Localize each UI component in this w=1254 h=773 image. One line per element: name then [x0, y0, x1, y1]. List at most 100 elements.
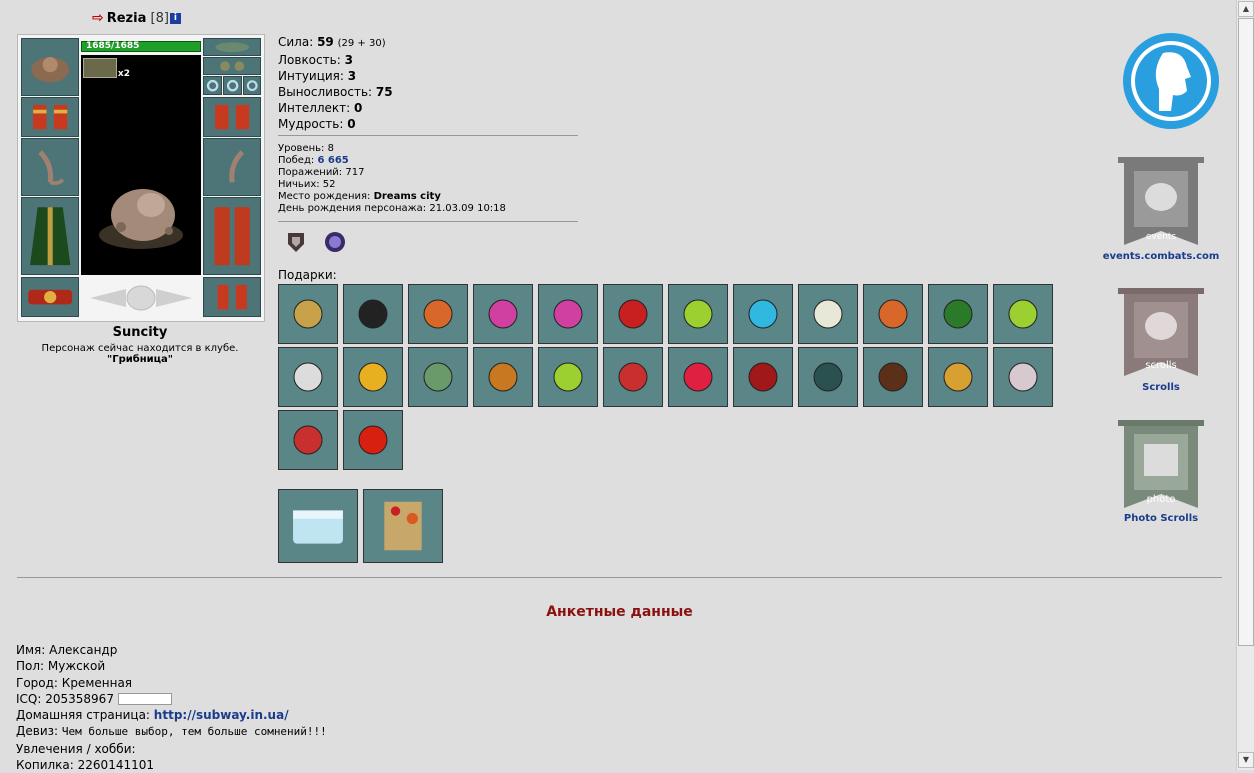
scrolls-link[interactable]: Scrolls — [1090, 382, 1232, 393]
belt-slot[interactable] — [21, 277, 79, 317]
helmet-slot[interactable] — [21, 38, 79, 96]
gift-item[interactable] — [538, 347, 598, 407]
hp-bar: 1685/1685 — [81, 41, 201, 52]
gift-item[interactable] — [928, 284, 988, 344]
arrow-right-icon[interactable]: ⇨ — [92, 10, 104, 26]
align-badge-icon[interactable] — [323, 230, 347, 254]
info-row-wins: Побед: 6 665 — [278, 155, 506, 167]
scroll-thumb[interactable] — [1238, 18, 1254, 646]
gold-emblem-icon — [943, 362, 973, 392]
ring-slot-3[interactable] — [243, 76, 261, 95]
weapon-slot[interactable] — [21, 138, 79, 196]
info-row-birthplace: Место рождения: Dreams city — [278, 191, 506, 203]
info-row-draws: Ничьих: 52 — [278, 179, 506, 191]
stat-value: 0 — [347, 117, 356, 131]
stat-label: Мудрость: — [278, 117, 344, 131]
amber-stone-icon — [878, 299, 908, 329]
homepage-link[interactable]: http://subway.in.ua/ — [154, 708, 289, 722]
gift-item[interactable] — [473, 347, 533, 407]
gift-item[interactable] — [278, 284, 338, 344]
banner-text: scrolls — [1145, 360, 1176, 371]
scroll-down-arrow-icon[interactable]: ▼ — [1238, 752, 1254, 768]
info-label: Место рождения: — [278, 191, 371, 202]
events-link[interactable]: events.combats.com — [1090, 251, 1232, 262]
stat-label: Выносливость: — [278, 85, 373, 99]
armor-slot[interactable] — [21, 197, 79, 275]
stat-row: Ловкость: 3 — [278, 52, 393, 68]
gift-item[interactable] — [798, 284, 858, 344]
profile-row-city: Город: Кременная — [16, 675, 327, 691]
gift-item[interactable] — [603, 284, 663, 344]
pink-flower-icon — [488, 299, 518, 329]
photo-scrolls-link[interactable]: Photo Scrolls — [1090, 513, 1232, 524]
profile-label: Увлечения / хобби: — [16, 741, 136, 756]
info-icon[interactable]: i — [169, 13, 181, 24]
info-row-level: Уровень: 8 — [278, 143, 506, 155]
profile-row-sex: Пол: Мужской — [16, 658, 327, 674]
gift-item[interactable] — [278, 347, 338, 407]
photo-scrolls-banner-icon[interactable]: photo — [1110, 418, 1212, 518]
gift-item[interactable] — [993, 284, 1053, 344]
gift-item[interactable] — [928, 347, 988, 407]
icq-status-box — [117, 693, 172, 706]
red-card-icon — [358, 425, 388, 455]
clan-badge-icon[interactable] — [284, 230, 308, 254]
ring-slot-2[interactable] — [223, 76, 242, 95]
info-value: 21.03.09 10:18 — [429, 203, 506, 214]
info-label: Ничьих: — [278, 179, 320, 190]
character-avatar[interactable]: x2 — [81, 55, 201, 275]
gift-item[interactable] — [343, 284, 403, 344]
vertical-scrollbar[interactable]: ▲ ▼ — [1236, 0, 1254, 770]
leg-armor-icon — [214, 207, 250, 265]
gift-item[interactable] — [473, 284, 533, 344]
big-gift-1[interactable] — [278, 489, 358, 563]
gift-item[interactable] — [668, 347, 728, 407]
earrings-slot[interactable] — [203, 57, 261, 75]
amulet-slot[interactable] — [203, 38, 261, 56]
wins-link[interactable]: 6 665 — [317, 155, 348, 166]
stat-label: Интеллект: — [278, 101, 351, 115]
character-header: ⇨ Rezia [8] i — [92, 10, 181, 26]
boots-slot[interactable] — [203, 277, 261, 317]
info-label: Уровень: — [278, 143, 325, 154]
profile-row-name: Имя: Александр — [16, 642, 327, 658]
big-gift-2[interactable] — [363, 489, 443, 563]
gift-item[interactable] — [993, 347, 1053, 407]
claw-weapon-icon — [38, 150, 64, 185]
gift-item[interactable] — [278, 410, 338, 470]
events-banner-icon[interactable]: events — [1110, 155, 1212, 255]
gloves-slot[interactable] — [203, 97, 261, 137]
offhand-slot[interactable] — [203, 138, 261, 196]
profile-row-homepage: Домашняя страница: http://subway.in.ua/ — [16, 707, 327, 723]
gift-item[interactable] — [343, 347, 403, 407]
gift-item[interactable] — [408, 284, 468, 344]
gift-item[interactable] — [408, 347, 468, 407]
bracers-slot[interactable] — [21, 97, 79, 137]
mace-icon — [358, 299, 388, 329]
ring-slot-1[interactable] — [203, 76, 222, 95]
winter-card-icon — [488, 362, 518, 392]
gift-item[interactable] — [343, 410, 403, 470]
divider — [278, 135, 578, 136]
gift-item[interactable] — [668, 284, 728, 344]
stat-row: Мудрость: 0 — [278, 116, 393, 132]
gift-item[interactable] — [863, 347, 923, 407]
scrolls-banner-icon[interactable]: scrolls — [1110, 286, 1212, 386]
greeting-card-icon — [384, 501, 422, 551]
earrings-icon — [220, 61, 244, 71]
gift-item[interactable] — [603, 347, 663, 407]
fist-logo-icon — [90, 285, 192, 311]
gift-item[interactable] — [733, 347, 793, 407]
ring-icon — [226, 79, 239, 92]
scroll-up-arrow-icon[interactable]: ▲ — [1238, 1, 1254, 17]
gift-item[interactable] — [798, 347, 858, 407]
gift-item[interactable] — [863, 284, 923, 344]
legs-slot[interactable] — [203, 197, 261, 275]
gift-item[interactable] — [538, 284, 598, 344]
gift-item[interactable] — [733, 284, 793, 344]
combats-logo-icon[interactable] — [1121, 31, 1221, 131]
stat-row: Интуиция: 3 — [278, 68, 393, 84]
stat-sub: (29 + 30) — [337, 38, 386, 49]
green-book-icon — [943, 299, 973, 329]
location-text: Персонаж сейчас находится в клубе. — [41, 343, 239, 354]
